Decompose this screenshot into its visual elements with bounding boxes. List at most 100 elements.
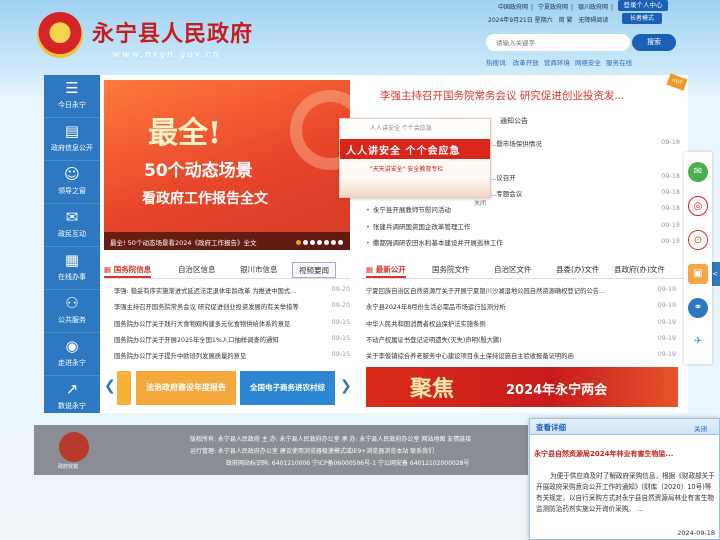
banner-law-report[interactable]: 法治政府建设年度报告 <box>136 371 236 405</box>
slider-dot[interactable] <box>310 240 315 245</box>
service-icon: ⚇ <box>65 294 79 312</box>
list-item[interactable]: ...暨市场保供情况 09-18 <box>490 138 684 148</box>
notice-date: 2024-09-18 <box>677 529 715 537</box>
table-row[interactable]: 关于李俊镇综合养老服务中心建设项目永土保持设施自主验收报备证明的函 09-19 <box>366 351 676 360</box>
list-item[interactable]: • 永宁县开展教师节慰问活动 09-18 <box>366 204 684 214</box>
carousel-prev-icon[interactable]: ❮ <box>104 378 116 394</box>
table-row[interactable]: 李强主持召开国务院常务会议 研究促进创业投资发展的有关举措等 09-20 <box>114 302 350 311</box>
toutiao-icon[interactable]: ▣ <box>688 264 708 284</box>
safety-popup-top: 人人讲安全 个个会应急 <box>370 125 432 132</box>
slider-dot[interactable] <box>331 240 336 245</box>
banner-two-sessions[interactable]: 聚焦 2024年永宁两会 <box>366 367 678 407</box>
tab-county-gov-files[interactable]: 县政府(办)文件 <box>614 262 665 278</box>
divider <box>362 278 684 279</box>
footer-line-2: 运行管理: 永宁县人民政府办公室 建议使用浏览器极速模式或IE9+浏览器浏览本站… <box>190 448 435 455</box>
top-links: 中国政府网 | 宁夏政府网 | 银川政府网 | <box>498 4 613 11</box>
list-item[interactable]: • 撒都强调研农田水利基本建设并开展巡林工作 09-18 <box>366 237 684 247</box>
hero-slider[interactable]: 最全! 50个动态场景 看政府工作报告全文 <box>104 80 350 250</box>
tab-video[interactable]: 视频要闻 <box>292 262 336 278</box>
table-row[interactable]: 国务院办公厅关于践行大食物观构建多元化食物供给体系的意见 09-15 <box>114 319 350 328</box>
list-item[interactable]: ...议召开 09-18 <box>490 172 684 182</box>
list-item[interactable]: • 张建兵调研国资国企改革管理工作 09-18 <box>366 221 684 231</box>
chart-icon: ↗ <box>65 380 79 398</box>
slider-dot[interactable] <box>338 240 343 245</box>
hero-line-3: 看政府工作报告全文 <box>142 191 268 207</box>
banner-focus-sub: 2024年永宁两会 <box>506 383 608 398</box>
safety-popup[interactable]: 人人讲安全 个个会应急 人人讲安全 个个会应急 "天天讲安全" 安全教育专栏 关… <box>339 118 491 207</box>
share-icon[interactable]: ⚭ <box>688 298 708 318</box>
chat-icon: ✉ <box>65 208 79 226</box>
app-icon[interactable]: ⊙ <box>688 230 708 250</box>
search-input[interactable] <box>486 34 630 51</box>
tab-notices[interactable]: 通知公告 <box>500 116 528 126</box>
hero-line-2: 50个动态场景 <box>144 161 253 181</box>
city-silhouette <box>340 179 490 197</box>
slider-dot[interactable] <box>296 240 301 245</box>
table-row[interactable]: 不动产权属证书登记证明遗失(灭失)声明(殷大鹏) 09-19 <box>366 335 676 344</box>
nav-online-service[interactable]: ▦ 在线办事 <box>44 247 100 290</box>
notice-close-button[interactable]: 关闭 <box>694 423 707 433</box>
seal-label: 政府找错 <box>58 464 79 470</box>
tab-sc-files[interactable]: 国务院文件 <box>432 262 470 278</box>
notice-title: 查看详细 <box>536 423 566 432</box>
link-gov-cn[interactable]: 中国政府网 <box>498 4 528 11</box>
weibo-icon[interactable]: ◎ <box>688 196 708 216</box>
right-tabs: ▦ 最新公开 国务院文件 自治区文件 县委(办)文件 县政府(办)文件 <box>366 262 684 278</box>
slider-dot[interactable] <box>303 240 308 245</box>
left-tabs: ▦ 国务院信息 自治区信息 银川市信息 视频要闻 <box>104 262 350 278</box>
nav-public-service[interactable]: ⚇ 公共服务 <box>44 290 100 333</box>
headline-news[interactable]: 李强主持召开国务院常务会议 研究促进创业投资发... <box>380 88 624 103</box>
site-title[interactable]: 永宁县人民政府 <box>92 16 253 48</box>
notice-headline[interactable]: 永宁县自然资源局2024年林业有害生物监... <box>534 449 718 459</box>
calendar-icon: ▦ <box>64 251 80 269</box>
hot-word-3[interactable]: 网络安全 <box>575 59 601 67</box>
link-ningxia[interactable]: 宁夏政府网 <box>538 4 568 11</box>
hero-line-1: 最全! <box>148 116 222 151</box>
tab-state-council[interactable]: ▦ 国务院信息 <box>104 262 152 278</box>
slider-dot[interactable] <box>324 240 329 245</box>
accessible-reading-link[interactable]: 无障碍阅读 <box>578 17 608 24</box>
safety-popup-close[interactable]: 关闭 <box>474 198 486 207</box>
nav-gov-info[interactable]: ▤ 政府信息公开 <box>44 118 100 161</box>
tab-region-files[interactable]: 自治区文件 <box>494 262 532 278</box>
location-icon: ◉ <box>65 337 79 355</box>
divider <box>104 278 350 279</box>
nav-interaction[interactable]: ✉ 政民互动 <box>44 204 100 247</box>
hot-word-1[interactable]: 改革开放 <box>513 59 539 67</box>
table-row[interactable]: 国务院办公厅关于开展2025年全国1%人口抽样调查的通知 09-15 <box>114 335 350 344</box>
elder-mode-button[interactable]: 长者模式 <box>622 13 662 24</box>
table-row[interactable]: 国务院办公厅关于提升中欧班列发展质量的意见 09-15 <box>114 351 350 360</box>
list-icon: ☰ <box>65 79 79 97</box>
safety-popup-sub: "天天讲安全" 安全教育专栏 <box>370 166 444 173</box>
site-url: www.nxyn.gov.cn <box>112 50 221 60</box>
simp-trad-toggle[interactable]: 简 繁 <box>559 17 573 24</box>
list-item[interactable]: ...专题会议 09-18 <box>490 188 684 198</box>
table-row[interactable]: 永宁县2024年8月份生活必需品市场运行监测分析 09-19 <box>366 302 676 311</box>
personal-center-button[interactable]: 登录个人中心 <box>618 0 668 11</box>
footer-line-1: 版权所有: 永宁县人民政府 主 办: 永宁县人民政府办公室 承 办: 永宁县人民… <box>190 436 472 443</box>
banner-partial[interactable] <box>117 371 131 405</box>
nav-leaders[interactable]: ☺ 领导之窗 <box>44 161 100 204</box>
slider-dot[interactable] <box>317 240 322 245</box>
tab-city[interactable]: 银川市信息 <box>240 262 278 278</box>
nav-visit-yongning[interactable]: ◉ 走进永宁 <box>44 333 100 376</box>
table-row[interactable]: 宁夏回族自治区自然资源厅关于开展宁夏银川沙湖湿地公园自然资源确权登记的公告...… <box>366 286 676 295</box>
hot-word-2[interactable]: 营商环境 <box>544 59 570 67</box>
bird-icon[interactable]: ✈ <box>688 332 708 352</box>
tab-region[interactable]: 自治区信息 <box>178 262 216 278</box>
error-report-seal-icon[interactable] <box>59 432 89 462</box>
notice-popup[interactable]: 查看详细 关闭 永宁县自然资源局2024年林业有害生物监... 为便于供应商及时… <box>529 418 720 540</box>
wechat-icon[interactable]: ✉ <box>688 162 708 182</box>
search-button[interactable]: 搜索 <box>632 34 676 51</box>
banner-ecommerce[interactable]: 全国电子商务进农村综 <box>240 371 335 405</box>
tab-latest[interactable]: ▦ 最新公开 <box>366 262 406 278</box>
table-row[interactable]: 中华人民共和国消费者权益保护法实施条例 09-19 <box>366 319 676 328</box>
hero-caption[interactable]: 最全! 50个动态场景看2024《政府工作报告》全文 <box>110 237 257 247</box>
table-row[interactable]: 李强: 稳妥有序实施渐进式延迟法定退休年龄改革 为推进中国式... 09-20 <box>114 286 350 295</box>
carousel-next-icon[interactable]: ❯ <box>340 378 352 394</box>
tab-county-party-files[interactable]: 县委(办)文件 <box>556 262 599 278</box>
hot-word-4[interactable]: 服务在线 <box>606 59 632 67</box>
nav-today-yongning[interactable]: ☰ 今日永宁 <box>44 75 100 118</box>
link-yinchuan[interactable]: 银川政府网 <box>578 4 608 11</box>
nav-data[interactable]: ↗ 数说永宁 <box>44 376 100 413</box>
